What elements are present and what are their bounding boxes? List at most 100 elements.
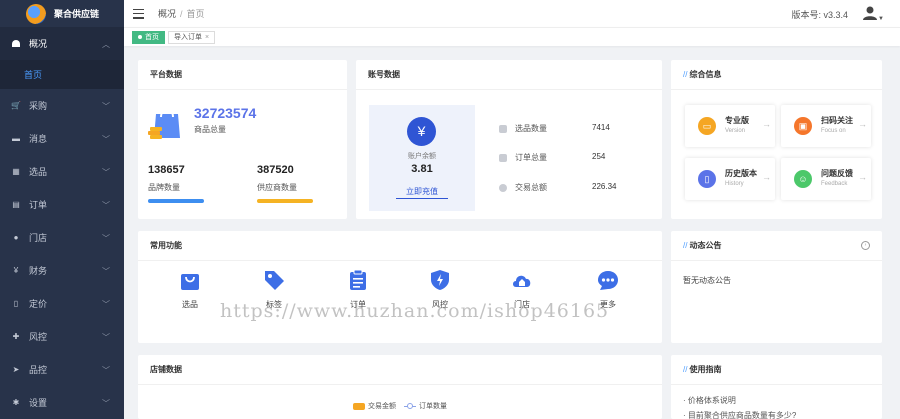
notice-card: //动态公告 › 暂无动态公告 xyxy=(671,231,882,343)
breadcrumb-current: 首页 xyxy=(186,9,205,19)
sidebar-item-settings[interactable]: ✱ 设置 ﹀ xyxy=(0,386,124,419)
guide-link-text: 价格体系说明 xyxy=(687,396,736,405)
sidebar-item-finance[interactable]: ¥ 财务 ﹀ xyxy=(0,254,124,287)
coin-icon xyxy=(499,183,507,192)
qrcode-icon: ▣ xyxy=(794,117,812,135)
balance-panel: ¥ 账户余额 3.81 立即充值 xyxy=(369,105,475,211)
sidebar-menu: 概况 ︿ 首页 🛒 采购 ﹀ ▬ 消息 ﹀ ▦ 选品 ﹀ ▤ 订单 ﹀ ● 门店 xyxy=(0,27,124,419)
breadcrumb-separator: / xyxy=(180,9,183,19)
sidebar-item-quality[interactable]: ➤ 品控 ﹀ xyxy=(0,353,124,386)
info-tile-history[interactable]: ▯ 历史版本 History → xyxy=(685,158,775,200)
info-tile-follow[interactable]: ▣ 扫码关注 Focus on → xyxy=(781,105,871,147)
top-header: 概况 / 首页 版本号: v3.3.4 ▼ xyxy=(124,0,900,27)
sidebar-item-label: 定价 xyxy=(29,299,48,309)
legend-swatch-orders[interactable] xyxy=(404,402,416,409)
function-item-selection[interactable]: 选品 xyxy=(170,269,210,310)
sidebar-item-message[interactable]: ▬ 消息 ﹀ xyxy=(0,122,124,155)
sidebar-item-overview[interactable]: 概况 ︿ xyxy=(0,27,124,60)
app-name: 聚合供应链 xyxy=(54,9,100,19)
tag-import-orders[interactable]: 导入订单 × xyxy=(168,31,216,44)
common-functions-card: 常用功能 选品 标签 订单 风控 门店 更多 xyxy=(138,231,662,343)
message-icon: ▬ xyxy=(12,134,20,143)
sidebar-item-stores[interactable]: ● 门店 ﹀ xyxy=(0,221,124,254)
guide-link[interactable]: · 价格体系说明 xyxy=(683,395,736,406)
sidebar-item-label: 选品 xyxy=(29,167,48,177)
balance-label: 账户余额 xyxy=(408,153,436,160)
sidebar-item-purchase[interactable]: 🛒 采购 ﹀ xyxy=(0,89,124,122)
guide-link[interactable]: · 目前聚合供应商品数量有多少? xyxy=(683,410,796,419)
breadcrumb: 概况 / 首页 xyxy=(158,7,205,20)
breadcrumb-item[interactable]: 概况 xyxy=(158,9,176,19)
arrow-right-circle-icon[interactable]: › xyxy=(861,241,870,250)
info-tile-version[interactable]: ▭ 专业版 Version → xyxy=(685,105,775,147)
card-title-text: 动态公告 xyxy=(689,241,722,250)
total-goods-value: 32723574 xyxy=(194,105,257,121)
arrow-right-icon: → xyxy=(762,172,771,182)
sidebar-item-pricing[interactable]: ▯ 定价 ﹀ xyxy=(0,287,124,320)
account-row: 交易总额 xyxy=(499,182,547,193)
dashboard-icon xyxy=(11,39,21,49)
chart-legend: 交易金额 订单数量 xyxy=(353,401,447,411)
order-icon: ▤ xyxy=(12,200,20,209)
home-cloud-icon xyxy=(511,269,533,291)
tag-home[interactable]: 首页 xyxy=(132,31,165,44)
shield-icon xyxy=(429,269,451,291)
sidebar-item-label: 采购 xyxy=(29,101,48,111)
chevron-down-icon: ﹀ xyxy=(102,168,110,177)
grid-icon xyxy=(499,124,507,133)
brand-count-label: 品牌数量 xyxy=(148,183,180,192)
info-tile-subtitle: Feedback xyxy=(821,181,848,187)
title-slash: // xyxy=(683,365,688,374)
close-icon[interactable]: × xyxy=(205,34,209,41)
history-icon: ▯ xyxy=(698,170,716,188)
card-title: //动态公告 xyxy=(671,231,882,261)
user-avatar-icon[interactable] xyxy=(862,5,878,21)
tag-label: 导入订单 xyxy=(174,34,202,41)
chevron-down-icon: ﹀ xyxy=(102,234,110,243)
brand[interactable]: 聚合供应链 xyxy=(0,0,124,27)
recharge-button[interactable]: 立即充值 xyxy=(396,185,448,199)
chevron-down-icon: ﹀ xyxy=(102,366,110,375)
title-slash: // xyxy=(683,241,688,250)
legend-swatch-amount[interactable] xyxy=(353,402,365,410)
legend-label: 订单数量 xyxy=(419,403,447,410)
arrow-right-icon: → xyxy=(762,119,771,129)
caret-down-icon[interactable]: ▼ xyxy=(878,16,884,22)
card-title: 常用功能 xyxy=(138,231,662,261)
chevron-up-icon: ︿ xyxy=(102,40,110,49)
info-tile-feedback[interactable]: ☺ 问题反馈 Feedback → xyxy=(781,158,871,200)
notice-empty-text: 暂无动态公告 xyxy=(683,276,731,285)
tag-icon xyxy=(263,269,285,291)
clipboard-icon xyxy=(347,269,369,291)
logo-icon xyxy=(26,4,46,24)
price-icon: ▯ xyxy=(13,299,19,308)
sidebar-item-selection[interactable]: ▦ 选品 ﹀ xyxy=(0,155,124,188)
account-data-card: 账号数据 ¥ 账户余额 3.81 立即充值 选品数量 7414 订单总量 254… xyxy=(356,60,662,219)
account-row: 订单总量 xyxy=(499,152,547,163)
sidebar-item-risk[interactable]: ✚ 风控 ﹀ xyxy=(0,320,124,353)
sidebar-item-label: 风控 xyxy=(29,332,48,342)
chevron-down-icon: ﹀ xyxy=(102,201,110,210)
chevron-down-icon: ﹀ xyxy=(102,267,110,276)
shop-data-card: 店铺数据 交易金额 订单数量 xyxy=(138,355,662,419)
sidebar-item-label: 门店 xyxy=(29,233,48,243)
arrow-right-icon: → xyxy=(858,119,867,129)
cart-icon: 🛒 xyxy=(11,101,21,110)
card-title: 平台数据 xyxy=(138,60,347,90)
grid-icon: ▦ xyxy=(12,167,20,176)
info-tile-title: 扫码关注 xyxy=(821,116,853,125)
shopping-bag-icon xyxy=(148,105,182,143)
feedback-icon: ☺ xyxy=(794,170,812,188)
menu-toggle-icon[interactable] xyxy=(133,8,144,19)
sidebar-item-orders[interactable]: ▤ 订单 ﹀ xyxy=(0,188,124,221)
account-row-label: 订单总量 xyxy=(515,153,547,162)
risk-icon: ✚ xyxy=(12,332,20,341)
version-label: 版本号: v3.3.4 xyxy=(791,10,848,20)
account-row-value: 7414 xyxy=(592,123,610,132)
info-tile-title: 问题反馈 xyxy=(821,169,853,178)
legend-label: 交易金额 xyxy=(368,403,396,410)
sidebar-item-label: 财务 xyxy=(29,266,48,276)
list-icon xyxy=(499,153,507,162)
active-dot-icon xyxy=(138,35,142,40)
sidebar-subitem-home[interactable]: 首页 xyxy=(0,60,124,89)
